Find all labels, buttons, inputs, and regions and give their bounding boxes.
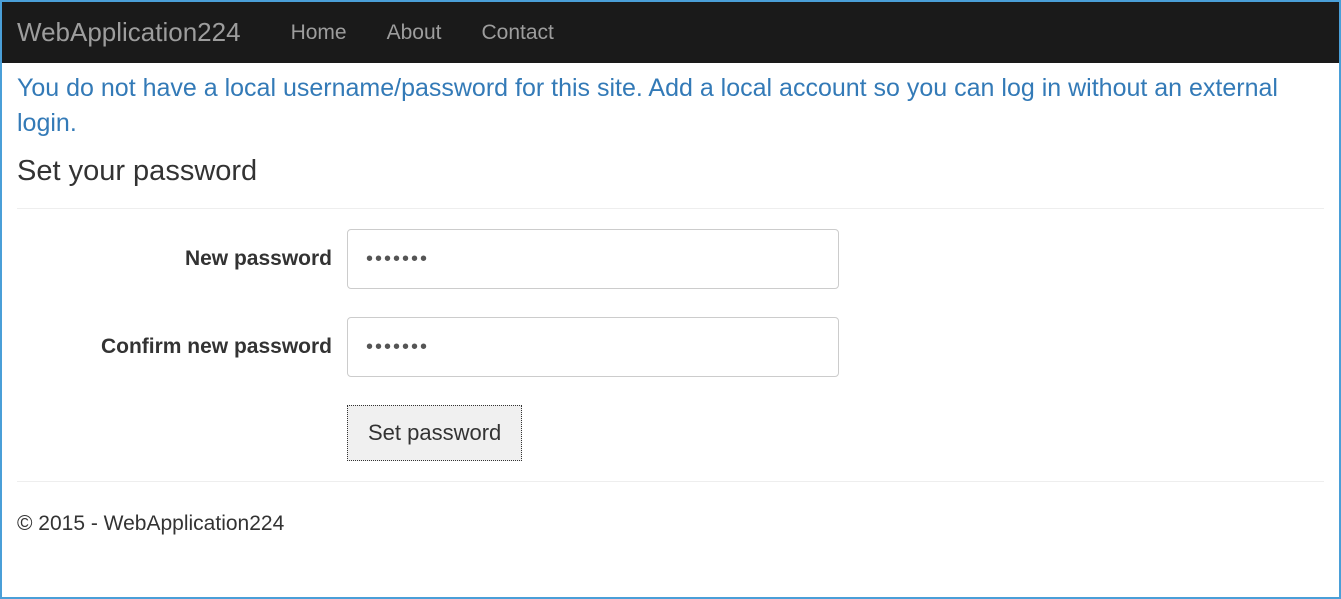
footer: © 2015 - WebApplication224 — [17, 502, 1324, 546]
navbar: WebApplication224 Home About Contact — [2, 2, 1339, 63]
nav-links: Home About Contact — [271, 6, 574, 60]
form-group-new-password: New password — [17, 229, 1324, 289]
submit-offset — [17, 405, 347, 461]
main-container: You do not have a local username/passwor… — [2, 63, 1339, 546]
info-message: You do not have a local username/passwor… — [17, 63, 1324, 145]
footer-text: © 2015 - WebApplication224 — [17, 512, 1324, 536]
confirm-password-label: Confirm new password — [17, 335, 347, 359]
page-heading: Set your password — [17, 155, 1324, 188]
nav-link-contact[interactable]: Contact — [462, 6, 574, 60]
divider-bottom — [17, 481, 1324, 482]
divider-top — [17, 208, 1324, 209]
set-password-button[interactable]: Set password — [347, 405, 522, 461]
nav-link-home[interactable]: Home — [271, 6, 367, 60]
navbar-brand[interactable]: WebApplication224 — [17, 2, 256, 63]
submit-row: Set password — [17, 405, 1324, 461]
form-group-confirm-password: Confirm new password — [17, 317, 1324, 377]
nav-link-about[interactable]: About — [367, 6, 462, 60]
new-password-input[interactable] — [347, 229, 839, 289]
confirm-password-input[interactable] — [347, 317, 839, 377]
new-password-label: New password — [17, 247, 347, 271]
